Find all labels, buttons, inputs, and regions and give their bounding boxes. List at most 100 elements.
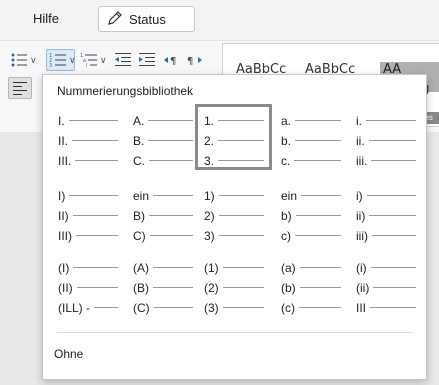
numbering-format-option[interactable]: (I) (II) (ILL) - xyxy=(52,254,123,315)
text-placeholder-line xyxy=(372,235,416,236)
number-marker: (3) xyxy=(204,300,219,315)
text-placeholder-line xyxy=(149,235,193,236)
text-placeholder-line xyxy=(153,287,193,288)
numbering-format-option[interactable]: 1. 2. 3. xyxy=(195,104,272,170)
text-placeholder-line xyxy=(295,235,341,236)
none-option[interactable]: Ohne xyxy=(54,347,83,361)
format-line: ein xyxy=(133,188,193,203)
text-placeholder-line xyxy=(72,215,118,216)
align-left-button[interactable] xyxy=(12,78,28,98)
numbering-format-grid: I. II. III. A. B. C. 1. 2. 3. a. b. c. i. ii. iii. I) II… xyxy=(43,75,426,379)
number-marker: I. xyxy=(58,113,65,128)
format-line: B) xyxy=(133,208,193,223)
ltr-button[interactable]: ¶ xyxy=(162,50,180,70)
format-line: (I) xyxy=(58,260,118,275)
numbering-format-option[interactable]: i) ii) iii) xyxy=(350,182,421,243)
increase-indent-button[interactable] xyxy=(138,50,156,70)
bullets-button[interactable]: ∨ xyxy=(10,50,37,70)
number-marker: 3) xyxy=(204,228,215,243)
format-line: b. xyxy=(281,133,341,148)
numbering-format-option[interactable]: A. B. C. xyxy=(127,107,198,168)
format-line: (II) xyxy=(58,280,118,295)
numbering-format-option[interactable]: I) II) III) xyxy=(52,182,123,243)
number-marker: B) xyxy=(133,208,145,223)
text-placeholder-line xyxy=(222,307,264,308)
text-placeholder-line xyxy=(295,215,341,216)
chevron-down-icon[interactable]: ∨ xyxy=(30,55,37,66)
number-marker: iii) xyxy=(356,228,368,243)
text-placeholder-line xyxy=(94,307,118,308)
number-marker: (b) xyxy=(281,280,296,295)
format-line: (2) xyxy=(204,280,264,295)
number-marker: III. xyxy=(58,153,72,168)
multilevel-list-button[interactable]: 1ai ∨ xyxy=(80,50,107,70)
format-line: 2. xyxy=(204,133,264,148)
numbering-format-option[interactable]: 1) 2) 3) xyxy=(198,182,269,243)
numbering-format-option[interactable]: (1) (2) (3) xyxy=(198,254,269,315)
number-marker: b. xyxy=(281,133,292,148)
text-placeholder-line xyxy=(148,120,193,121)
text-placeholder-line xyxy=(370,307,416,308)
svg-text:3: 3 xyxy=(49,63,52,68)
number-marker: b) xyxy=(281,208,292,223)
text-placeholder-line xyxy=(153,307,193,308)
numbering-format-option[interactable]: (a) (b) (c) xyxy=(275,254,346,315)
numbering-format-option[interactable]: a. b. c. xyxy=(275,107,346,168)
format-line: b) xyxy=(281,208,341,223)
increase-indent-icon xyxy=(138,52,156,68)
text-placeholder-line xyxy=(299,267,341,268)
text-placeholder-line xyxy=(218,120,264,121)
text-placeholder-line xyxy=(366,195,416,196)
text-placeholder-line xyxy=(76,287,118,288)
text-placeholder-line xyxy=(218,140,264,141)
number-marker: ein xyxy=(133,188,150,203)
format-line: C. xyxy=(133,153,193,168)
number-marker: C) xyxy=(133,228,146,243)
numbered-list-icon: 123 xyxy=(49,52,67,68)
numbering-button[interactable]: 123 ∨ xyxy=(49,50,76,70)
chevron-down-icon[interactable]: ∨ xyxy=(100,55,107,66)
svg-text:i: i xyxy=(86,63,87,68)
number-marker: (C) xyxy=(133,300,150,315)
text-placeholder-line xyxy=(75,160,118,161)
format-line: C) xyxy=(133,228,193,243)
decrease-indent-button[interactable] xyxy=(114,50,132,70)
format-line: II) xyxy=(58,208,118,223)
number-marker: 2) xyxy=(204,208,215,223)
numbering-format-option[interactable]: ein b) c) xyxy=(275,182,346,243)
tab-help[interactable]: Hilfe xyxy=(33,11,59,26)
format-line: (c) xyxy=(281,300,341,315)
format-line: a. xyxy=(281,113,341,128)
numbering-format-option[interactable]: (i) (ii) III xyxy=(350,254,421,315)
text-placeholder-line xyxy=(294,160,341,161)
svg-text:¶: ¶ xyxy=(187,56,193,67)
text-placeholder-line xyxy=(373,287,416,288)
number-marker: ii) xyxy=(356,208,366,223)
numbering-format-option[interactable]: I. II. III. xyxy=(52,107,123,168)
format-line: III. xyxy=(58,153,118,168)
format-line: (ii) xyxy=(356,280,416,295)
number-marker: ein xyxy=(281,188,298,203)
number-marker: c) xyxy=(281,228,291,243)
format-line: I) xyxy=(58,188,118,203)
number-marker: I) xyxy=(58,188,66,203)
format-line: III) xyxy=(58,228,118,243)
format-line: c) xyxy=(281,228,341,243)
format-line: (B) xyxy=(133,280,193,295)
number-marker: c. xyxy=(281,153,291,168)
multilevel-list-icon: 1ai xyxy=(80,52,98,68)
format-line: B. xyxy=(133,133,193,148)
text-placeholder-line xyxy=(301,195,341,196)
number-marker: (c) xyxy=(281,300,295,315)
format-line: (ILL) - xyxy=(58,300,118,315)
number-marker: 1. xyxy=(204,113,215,128)
chevron-down-icon[interactable]: ∨ xyxy=(69,55,76,66)
format-line: (3) xyxy=(204,300,264,315)
divider xyxy=(57,332,413,333)
text-placeholder-line xyxy=(371,160,416,161)
status-button[interactable]: Status xyxy=(98,6,195,32)
numbering-format-option[interactable]: ein B) C) xyxy=(127,182,198,243)
rtl-button[interactable]: ¶ xyxy=(186,50,204,70)
numbering-format-option[interactable]: (A) (B) (C) xyxy=(127,254,198,315)
numbering-format-option[interactable]: i. ii. iii. xyxy=(350,107,421,168)
